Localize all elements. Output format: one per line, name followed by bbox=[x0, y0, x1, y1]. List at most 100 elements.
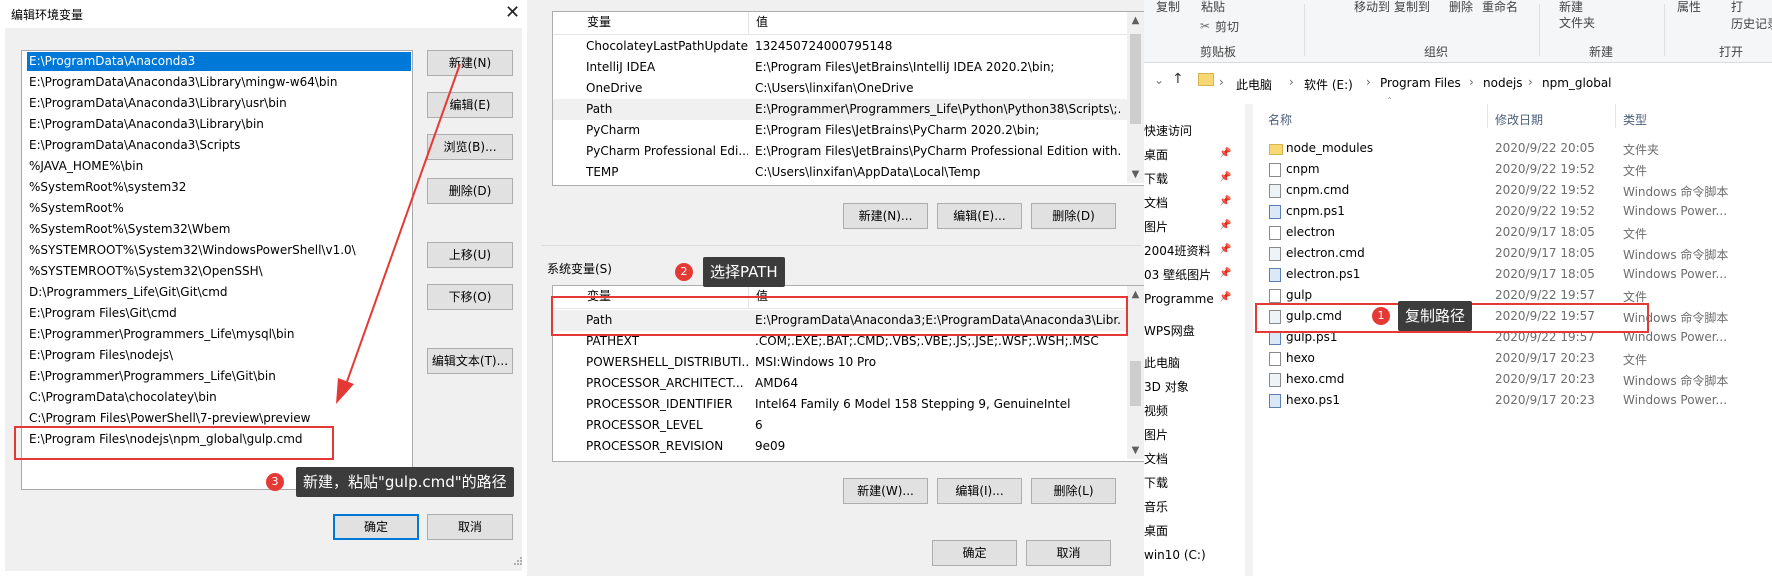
column-divider[interactable] bbox=[1487, 104, 1488, 128]
user-vars-list[interactable]: 变量 值 ChocolateyLastPathUpdate 1324507240… bbox=[552, 11, 1146, 186]
var-value[interactable]: E:\Program Files\JetBrains\IntelliJ IDEA… bbox=[755, 57, 1120, 78]
open-button[interactable]: 打 bbox=[1731, 0, 1743, 15]
new-folder-button[interactable]: 文件夹 bbox=[1559, 14, 1595, 31]
cancel-button[interactable]: 取消 bbox=[427, 514, 513, 540]
cancel-button[interactable]: 取消 bbox=[1026, 540, 1111, 566]
var-name[interactable]: ChocolateyLastPathUpdate bbox=[586, 36, 748, 57]
vertical-scrollbar[interactable]: ▲ ▼ bbox=[1127, 12, 1144, 183]
var-value[interactable]: Intel64 Family 6 Model 158 Stepping 9, G… bbox=[755, 394, 1120, 415]
var-value[interactable]: C:\Users\linxifan\OneDrive bbox=[755, 78, 1120, 99]
column-header-type[interactable]: 类型 bbox=[1623, 111, 1647, 128]
chevron-right-icon[interactable]: › bbox=[1469, 75, 1474, 89]
address-bar[interactable]: ⌄ ↑ › 此电脑 › 软件 (E:) › Program Files › no… bbox=[1144, 63, 1772, 103]
nav-item[interactable]: 下载 bbox=[1144, 473, 1234, 493]
chevron-right-icon[interactable]: › bbox=[1528, 75, 1533, 89]
ok-button[interactable]: 确定 bbox=[333, 514, 419, 540]
vertical-scrollbar[interactable]: ▲ ▼ bbox=[1127, 286, 1144, 459]
file-row[interactable]: cnpm 2020/9/22 19:52 文件 bbox=[1264, 160, 1772, 180]
history-button[interactable]: 历史记录 bbox=[1731, 15, 1772, 32]
var-name[interactable]: PROCESSOR_ARCHITECT... bbox=[586, 373, 748, 394]
file-row[interactable]: node_modules 2020/9/22 20:05 文件夹 bbox=[1264, 139, 1772, 159]
scroll-down-icon[interactable]: ▼ bbox=[1127, 442, 1144, 459]
nav-item[interactable]: 快速访问 bbox=[1144, 121, 1234, 141]
breadcrumb-item[interactable]: 此电脑 bbox=[1236, 76, 1272, 93]
nav-item[interactable]: 图片 bbox=[1144, 425, 1234, 445]
resize-grip-icon[interactable] bbox=[512, 555, 522, 565]
scroll-down-icon[interactable]: ▼ bbox=[1127, 166, 1144, 183]
cut-button[interactable]: 剪切 bbox=[1215, 18, 1239, 35]
var-value[interactable]: 6 bbox=[755, 415, 1120, 436]
move-to-button[interactable]: 移动到 bbox=[1354, 0, 1390, 15]
column-divider[interactable] bbox=[748, 12, 749, 34]
nav-item[interactable]: 视频 bbox=[1144, 401, 1234, 421]
nav-item[interactable]: 音乐 bbox=[1144, 497, 1234, 517]
column-header-name[interactable]: 变量 bbox=[587, 12, 727, 33]
file-row[interactable]: hexo.ps1 2020/9/17 20:23 Windows Power..… bbox=[1264, 391, 1772, 411]
column-header-date[interactable]: 修改日期 bbox=[1495, 111, 1543, 128]
var-value[interactable]: AMD64 bbox=[755, 373, 1120, 394]
chevron-right-icon[interactable]: › bbox=[1219, 75, 1224, 89]
var-name[interactable]: PROCESSOR_REVISION bbox=[586, 436, 748, 457]
var-name[interactable]: PyCharm bbox=[586, 120, 748, 141]
var-value[interactable]: C:\Users\linxifan\AppData\Local\Temp bbox=[755, 162, 1120, 183]
column-header-name[interactable]: 名称 bbox=[1268, 111, 1292, 128]
scroll-thumb[interactable] bbox=[1130, 361, 1141, 406]
user-edit-button[interactable]: 编辑(E)... bbox=[937, 203, 1022, 229]
nav-item[interactable]: 3D 对象 bbox=[1144, 377, 1234, 397]
file-row[interactable]: electron 2020/9/17 18:05 文件 bbox=[1264, 223, 1772, 243]
chevron-right-icon[interactable]: › bbox=[1289, 75, 1294, 89]
file-row[interactable]: electron.cmd 2020/9/17 18:05 Windows 命令脚… bbox=[1264, 244, 1772, 264]
paste-button[interactable]: 粘贴 bbox=[1201, 0, 1225, 15]
var-name[interactable]: OneDrive bbox=[586, 78, 748, 99]
nav-item[interactable]: 此电脑 bbox=[1144, 353, 1234, 373]
new-item-button[interactable]: 新建 bbox=[1559, 0, 1583, 15]
close-icon[interactable]: ✕ bbox=[498, 0, 527, 28]
user-delete-button[interactable]: 删除(D) bbox=[1031, 203, 1116, 229]
scroll-thumb[interactable] bbox=[1130, 34, 1141, 124]
var-value[interactable]: E:\Program Files\JetBrains\PyCharm Profe… bbox=[755, 141, 1120, 162]
nav-item[interactable]: WPS网盘 bbox=[1144, 321, 1234, 341]
nav-item[interactable]: win10 (C:) bbox=[1144, 545, 1234, 565]
breadcrumb-item[interactable]: nodejs bbox=[1483, 76, 1523, 90]
ok-button[interactable]: 确定 bbox=[932, 540, 1017, 566]
var-value[interactable]: MSI:Windows 10 Pro bbox=[755, 352, 1120, 373]
var-name[interactable]: TEMP bbox=[586, 162, 748, 183]
file-row[interactable]: electron.ps1 2020/9/17 18:05 Windows Pow… bbox=[1264, 265, 1772, 285]
system-edit-button[interactable]: 编辑(I)... bbox=[937, 478, 1022, 504]
up-arrow-icon[interactable]: ↑ bbox=[1172, 71, 1184, 87]
rename-button[interactable]: 重命名 bbox=[1482, 0, 1518, 15]
var-name[interactable]: PROCESSOR_IDENTIFIER bbox=[586, 394, 748, 415]
breadcrumb-item[interactable]: 软件 (E:) bbox=[1304, 76, 1353, 93]
nav-item[interactable]: 桌面 bbox=[1144, 521, 1234, 541]
file-row[interactable]: hexo 2020/9/17 20:23 文件 bbox=[1264, 349, 1772, 369]
properties-button[interactable]: 属性 bbox=[1677, 0, 1701, 15]
file-row[interactable]: hexo.cmd 2020/9/17 20:23 Windows 命令脚本 bbox=[1264, 370, 1772, 390]
delete-button[interactable]: 删除 bbox=[1449, 0, 1473, 15]
breadcrumb-item[interactable]: Program Files bbox=[1380, 76, 1461, 90]
var-value[interactable]: E:\Program Files\JetBrains\PyCharm 2020.… bbox=[755, 120, 1120, 141]
var-name[interactable]: POWERSHELL_DISTRIBUTI... bbox=[586, 352, 748, 373]
copy-button[interactable]: 复制 bbox=[1156, 0, 1180, 15]
system-new-button[interactable]: 新建(W)... bbox=[843, 478, 928, 504]
nav-scrollbar[interactable] bbox=[1245, 104, 1253, 576]
var-name[interactable]: PyCharm Professional Edi... bbox=[586, 141, 748, 162]
user-new-button[interactable]: 新建(N)... bbox=[843, 203, 928, 229]
scroll-up-icon[interactable]: ▲ bbox=[1127, 286, 1144, 303]
var-name[interactable]: Path bbox=[586, 99, 748, 120]
column-divider[interactable] bbox=[1615, 104, 1616, 128]
system-delete-button[interactable]: 删除(L) bbox=[1031, 478, 1116, 504]
var-name[interactable]: PROCESSOR_LEVEL bbox=[586, 415, 748, 436]
chevron-right-icon[interactable]: › bbox=[1366, 75, 1371, 89]
var-value[interactable]: 132450724000795148 bbox=[755, 36, 1120, 57]
var-value[interactable]: 9e09 bbox=[755, 436, 1120, 457]
nav-item[interactable]: 文档 bbox=[1144, 449, 1234, 469]
file-row[interactable]: cnpm.ps1 2020/9/22 19:52 Windows Power..… bbox=[1264, 202, 1772, 222]
breadcrumb-item[interactable]: npm_global bbox=[1542, 76, 1612, 90]
column-header-value[interactable]: 值 bbox=[756, 12, 856, 33]
chevron-down-icon[interactable]: ⌄ bbox=[1154, 73, 1164, 87]
file-row[interactable]: cnpm.cmd 2020/9/22 19:52 Windows 命令脚本 bbox=[1264, 181, 1772, 201]
var-value[interactable]: E:\Programmer\Programmers_Life\Python\Py… bbox=[755, 99, 1120, 120]
copy-to-button[interactable]: 复制到 bbox=[1394, 0, 1430, 15]
var-name[interactable]: IntelliJ IDEA bbox=[586, 57, 748, 78]
scroll-up-icon[interactable]: ▲ bbox=[1127, 12, 1144, 29]
